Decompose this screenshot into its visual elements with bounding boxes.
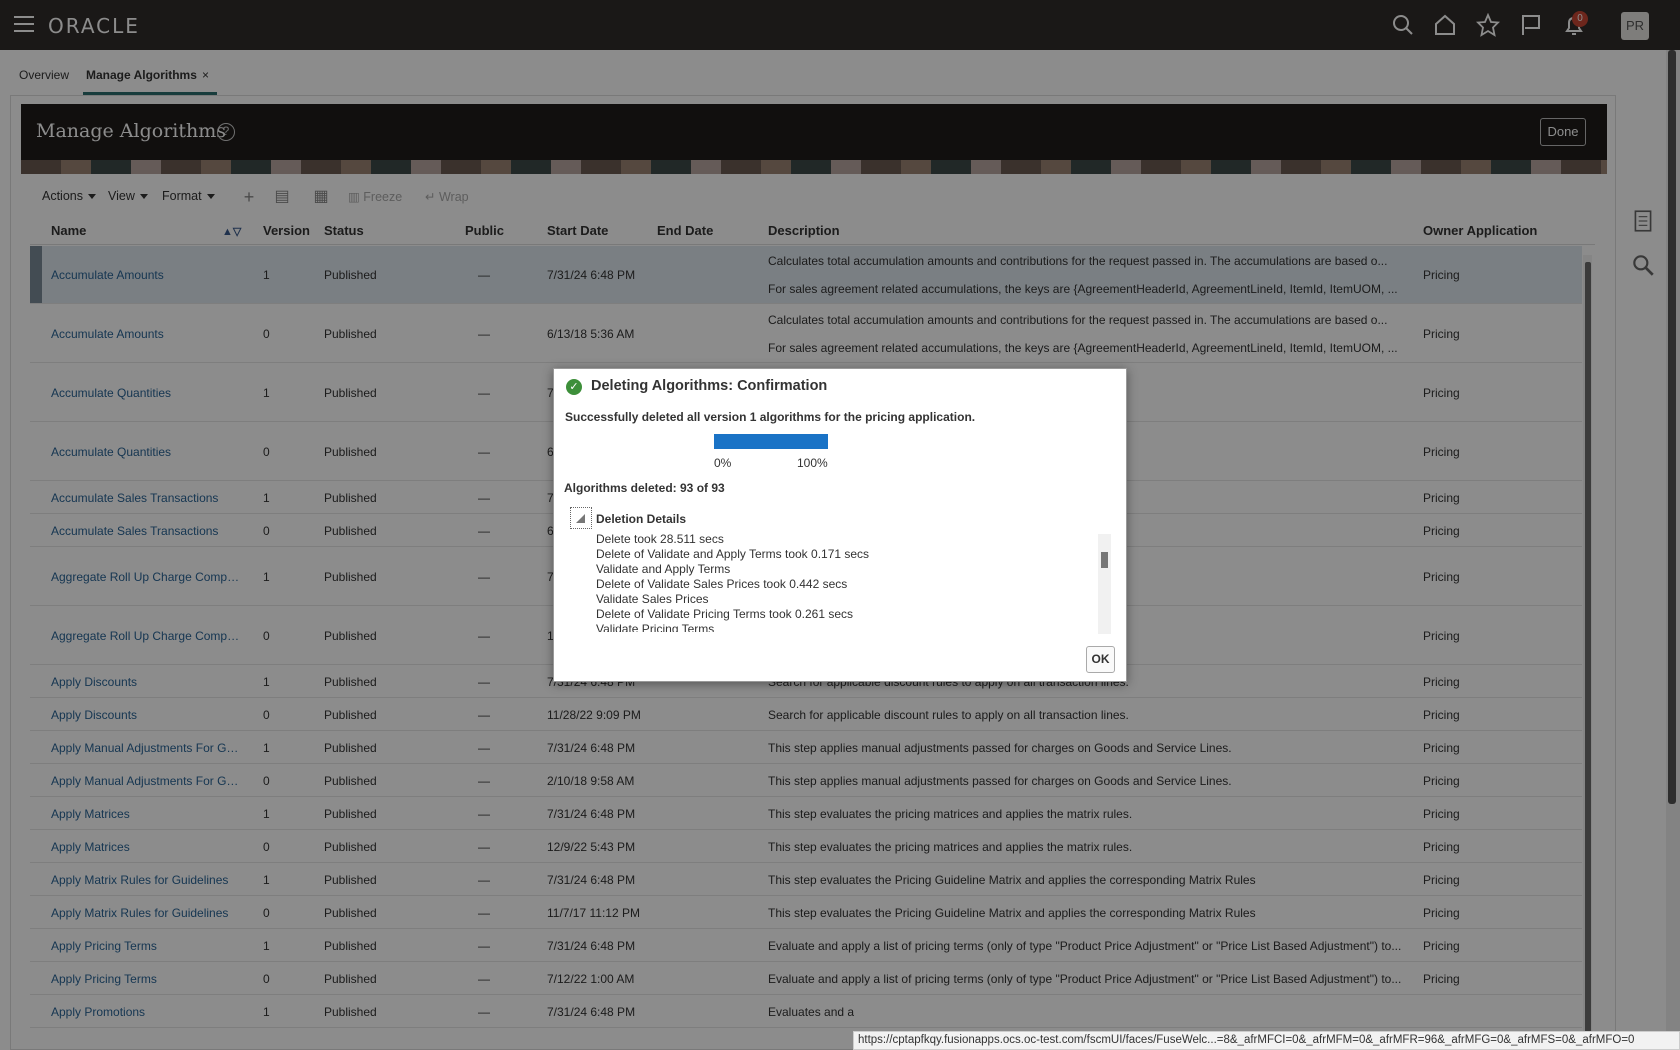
- progress-max-label: 100%: [797, 456, 828, 470]
- dialog-title: Deleting Algorithms: Confirmation: [591, 378, 828, 394]
- deleted-count: Algorithms deleted: 93 of 93: [564, 481, 725, 495]
- dialog-message: Successfully deleted all version 1 algor…: [565, 410, 976, 424]
- status-bar-url: https://cptapfkqy.fusionapps.ocs.oc-test…: [853, 1031, 1680, 1050]
- deletion-log-line: Delete of Validate and Apply Terms took …: [596, 547, 870, 561]
- deletion-details-log: Delete took 28.511 secs Delete of Validat…: [596, 532, 1086, 632]
- deletion-log-line: Validate Sales Prices: [596, 592, 709, 606]
- deletion-log-line: Delete took 28.511 secs: [596, 532, 724, 546]
- details-scrollbar[interactable]: [1098, 534, 1111, 634]
- details-scrollbar-thumb[interactable]: [1101, 552, 1108, 568]
- deletion-log-line: Validate Pricing Terms: [596, 622, 715, 632]
- ok-button[interactable]: OK: [1086, 646, 1115, 673]
- deletion-log-line: Delete of Validate Pricing Terms took 0.…: [596, 607, 854, 621]
- deletion-log-line: Validate and Apply Terms: [596, 562, 731, 576]
- success-check-icon: ✓: [566, 379, 582, 395]
- collapse-triangle-icon: [576, 514, 585, 523]
- progress-min-label: 0%: [714, 456, 732, 470]
- deletion-details-label: Deletion Details: [596, 512, 687, 526]
- progress-bar: [714, 434, 828, 449]
- deletion-log-line: Delete of Validate Sales Prices took 0.4…: [596, 577, 848, 591]
- confirmation-dialog: ✓ Deleting Algorithms: Confirmation Succ…: [553, 368, 1127, 682]
